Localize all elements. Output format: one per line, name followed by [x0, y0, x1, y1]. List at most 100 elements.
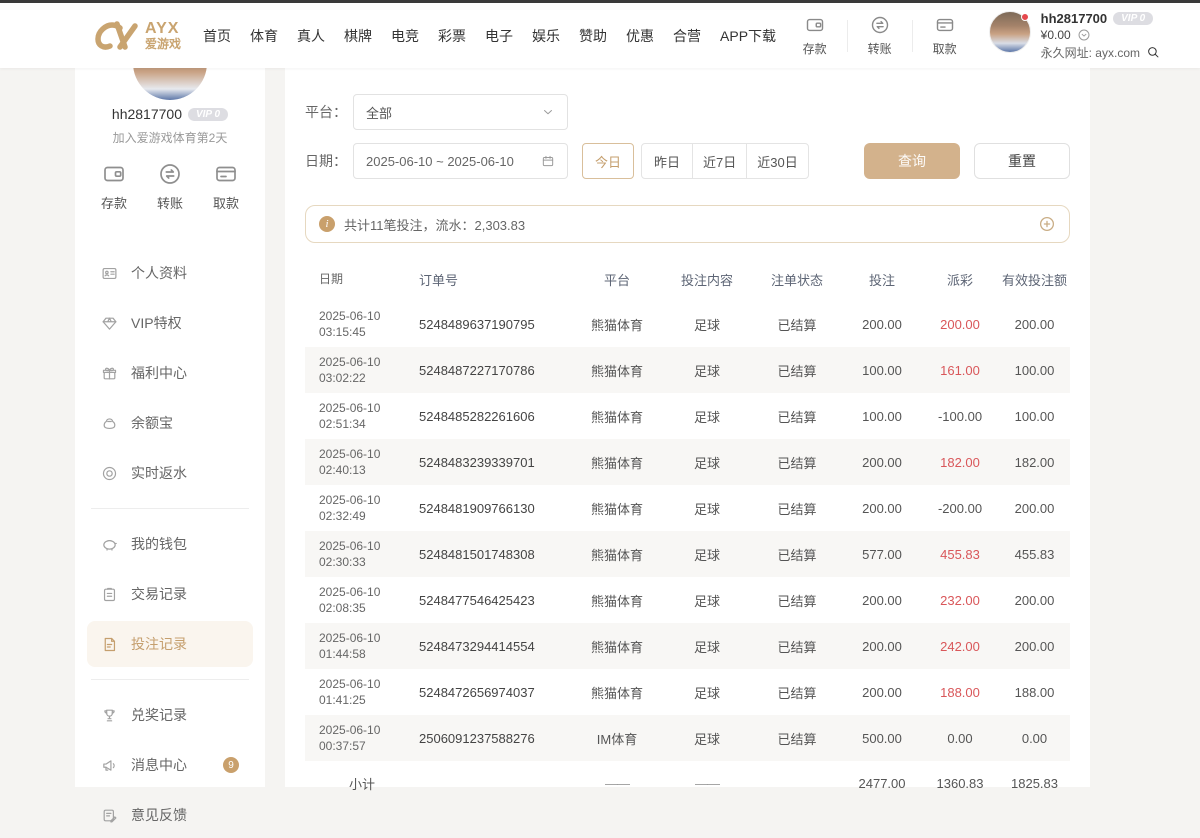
- col-header-订单号: 订单号: [419, 270, 571, 289]
- piggy-bank-icon: [101, 536, 118, 553]
- table-row: 2025-06-1001:41:255248472656974037熊猫体育足球…: [305, 669, 1070, 715]
- nav-item-9[interactable]: 赞助: [579, 26, 607, 46]
- cell-bet: 200.00: [843, 593, 921, 608]
- time-value: 01:41:25: [319, 693, 366, 707]
- sidebar-quick-取款[interactable]: 取款: [213, 162, 239, 212]
- cell-valid-bet: 455.83: [999, 547, 1070, 562]
- divider: [912, 20, 913, 52]
- sidebar-item-VIP特权[interactable]: VIP特权: [87, 300, 253, 346]
- search-icon[interactable]: [1146, 45, 1160, 59]
- deposit-wallet-icon: [102, 162, 126, 186]
- cell-platform: IM体育: [571, 729, 663, 748]
- date-value: 2025-06-10: [319, 447, 380, 461]
- cell-platform: 熊猫体育: [571, 591, 663, 610]
- search-button[interactable]: 查询: [864, 143, 960, 179]
- nav-item-8[interactable]: 娱乐: [532, 26, 560, 46]
- time-value: 03:02:22: [319, 371, 366, 385]
- cell-platform: 熊猫体育: [571, 683, 663, 702]
- sidebar-menu: 个人资料 VIP特权福利中心余额宝实时返水我的钱包交易记录投注记录兑奖记录消息中心…: [75, 250, 265, 838]
- vip-badge: VIP 0: [1113, 12, 1153, 25]
- main-panel: 平台： 全部 日期： 2025-06-10 ~ 2025-06-10 今日昨日近…: [285, 68, 1090, 787]
- nav-item-4[interactable]: 棋牌: [344, 26, 372, 46]
- cell-bet: 200.00: [843, 501, 921, 516]
- cell-order-number: 5248472656974037: [419, 685, 571, 700]
- platform-select[interactable]: 全部: [353, 94, 568, 130]
- nav-item-3[interactable]: 真人: [297, 26, 325, 46]
- sidebar-item-余额宝[interactable]: 余额宝: [87, 400, 253, 446]
- reset-button[interactable]: 重置: [974, 143, 1070, 179]
- withdraw-card-icon: [214, 162, 238, 186]
- time-value: 00:37:57: [319, 739, 366, 753]
- table-header-row: 日期订单号平台投注内容注单状态投注派彩有效投注额: [305, 257, 1070, 301]
- summary-text: 共计11笔投注，流水：2,303.83: [344, 215, 525, 234]
- cell-order-number: 5248485282261606: [419, 409, 571, 424]
- date-range-input[interactable]: 2025-06-10 ~ 2025-06-10: [353, 143, 568, 179]
- date-value: 2025-06-10: [319, 585, 380, 599]
- sidebar-item-福利中心[interactable]: 福利中心: [87, 350, 253, 396]
- range-今日[interactable]: 今日: [582, 143, 634, 179]
- header-quick-actions: 存款转账取款: [789, 15, 971, 57]
- sidebar-quick-存款[interactable]: 存款: [101, 162, 127, 212]
- nav-item-11[interactable]: 合营: [673, 26, 701, 46]
- cell-status: 已结算: [751, 683, 843, 702]
- date-filter-label: 日期：: [305, 151, 353, 171]
- cell-platform: 熊猫体育: [571, 499, 663, 518]
- avatar[interactable]: [989, 11, 1031, 53]
- header-quick-存款[interactable]: 存款: [789, 15, 841, 57]
- cell-payout: 161.00: [921, 363, 999, 378]
- header-user-block[interactable]: hh2817700 VIP 0 ¥0.00 永久网址: ayx.com: [989, 11, 1160, 61]
- sidebar-item-意见反馈[interactable]: 意见反馈: [87, 792, 253, 838]
- nav-item-1[interactable]: 首页: [203, 26, 231, 46]
- cell-bet: 200.00: [843, 455, 921, 470]
- sidebar-item-投注记录[interactable]: 投注记录: [87, 621, 253, 667]
- cell-date: 2025-06-1002:30:33: [305, 538, 419, 570]
- quick-action-label: 取款: [933, 40, 957, 57]
- sidebar-item-实时返水[interactable]: 实时返水: [87, 450, 253, 496]
- sidebar-item-兑奖记录[interactable]: 兑奖记录: [87, 692, 253, 738]
- logo-text-cn: 爱游戏: [145, 38, 181, 51]
- site-logo[interactable]: AYX 爱游戏: [95, 19, 181, 53]
- window-top-edge: [0, 0, 1200, 3]
- range-昨日[interactable]: 昨日: [641, 143, 693, 179]
- sidebar-item-消息中心[interactable]: 消息中心9: [87, 742, 253, 788]
- sidebar-item-交易记录[interactable]: 交易记录: [87, 571, 253, 617]
- chevron-down-icon: [541, 105, 555, 119]
- range-近7日[interactable]: 近7日: [692, 143, 747, 179]
- nav-item-12[interactable]: APP下载: [720, 26, 776, 46]
- sidebar-quick-转账[interactable]: 转账: [157, 162, 183, 212]
- nav-item-10[interactable]: 优惠: [626, 26, 654, 46]
- cell-platform: 熊猫体育: [571, 453, 663, 472]
- sidebar-item-个人资料[interactable]: 个人资料: [87, 250, 253, 296]
- unread-count-badge: 9: [223, 757, 239, 773]
- top-header: AYX 爱游戏 首页体育真人棋牌电竞彩票电子娱乐赞助优惠合营 APP下载 存款转账…: [0, 3, 1200, 68]
- cell-platform: 熊猫体育: [571, 407, 663, 426]
- header-quick-转账[interactable]: 转账: [854, 15, 906, 57]
- cell-payout: 242.00: [921, 639, 999, 654]
- sidebar-quick-actions: 存款转账取款: [75, 162, 265, 212]
- subtotal-valid: 1825.83: [999, 776, 1070, 791]
- time-value: 03:15:45: [319, 325, 366, 339]
- cell-content: 足球: [663, 683, 751, 702]
- nav-item-7[interactable]: 电子: [485, 26, 513, 46]
- megaphone-icon: [101, 757, 118, 774]
- col-header-派彩: 派彩: [921, 270, 999, 289]
- table-row: 2025-06-1002:08:355248477546425423熊猫体育足球…: [305, 577, 1070, 623]
- sidebar-item-我的钱包[interactable]: 我的钱包: [87, 521, 253, 567]
- cell-payout: 182.00: [921, 455, 999, 470]
- range-近30日[interactable]: 近30日: [746, 143, 808, 179]
- header-quick-取款[interactable]: 取款: [919, 15, 971, 57]
- cell-status: 已结算: [751, 361, 843, 380]
- nav-item-5[interactable]: 电竞: [391, 26, 419, 46]
- join-days-text: 加入爱游戏体育第2天: [75, 129, 265, 146]
- nav-item-6[interactable]: 彩票: [438, 26, 466, 46]
- cell-date: 2025-06-1001:41:25: [305, 676, 419, 708]
- plus-circle-icon[interactable]: [1038, 215, 1056, 233]
- refresh-balance-icon[interactable]: [1077, 28, 1091, 42]
- date-range-value: 2025-06-10 ~ 2025-06-10: [366, 154, 514, 169]
- cell-payout: -200.00: [921, 501, 999, 516]
- sidebar-item-label: 实时返水: [131, 463, 187, 483]
- time-value: 02:32:49: [319, 509, 366, 523]
- cell-payout: 455.83: [921, 547, 999, 562]
- sidebar-item-label: 个人资料: [131, 263, 187, 283]
- nav-item-2[interactable]: 体育: [250, 26, 278, 46]
